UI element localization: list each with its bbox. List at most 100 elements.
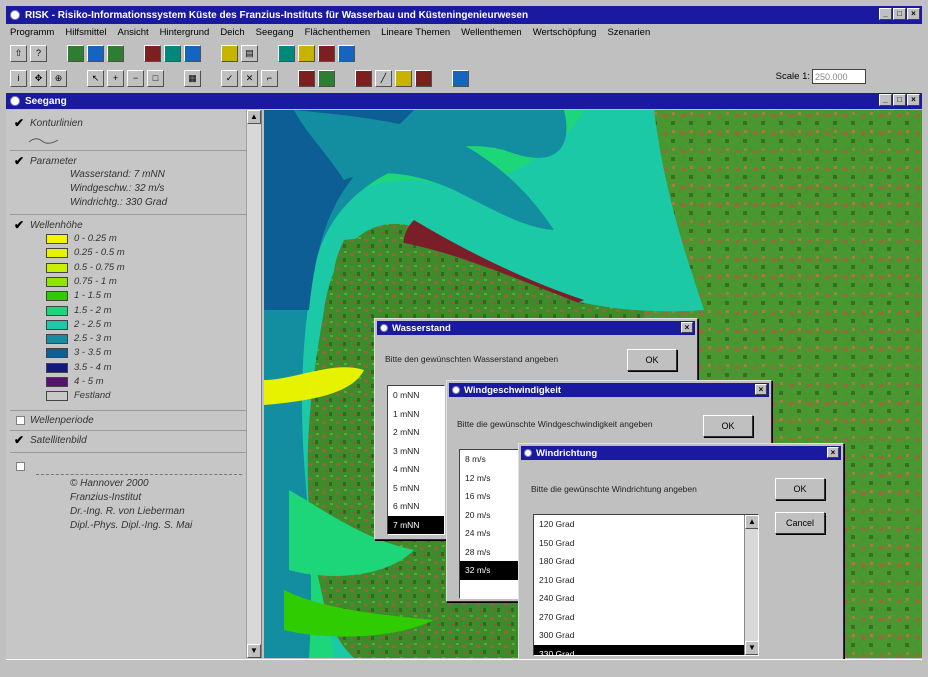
menu-bar: Programm Hilfsmittel Ansicht Hintergrund Dei… — [6, 24, 922, 40]
theme-a-icon[interactable] — [278, 44, 295, 62]
minimize-icon[interactable]: _ — [879, 8, 892, 20]
legend-scrollbar[interactable]: ▲ ▼ — [246, 110, 261, 658]
menu-item-8[interactable]: Wellenthemen — [461, 27, 522, 38]
list-item[interactable]: 2 mNN — [388, 423, 444, 442]
menu-item-2[interactable]: Ansicht — [118, 27, 149, 38]
menu-item-6[interactable]: Flächenthemen — [305, 27, 370, 38]
water-dialog-title: Wasserstand — [392, 322, 451, 334]
wind-direction-list[interactable]: 120 Grad 150 Grad 180 Grad 210 Grad 240 Grad… — [533, 514, 759, 656]
edit-icon[interactable] — [395, 69, 412, 87]
water-layer-icon[interactable] — [87, 44, 104, 62]
param-wind-direction: Windrichtg.: 330 Grad — [70, 197, 168, 208]
legend-panel: ✔ Konturlinien ✔ Parameter Wasserstand: … — [6, 110, 262, 658]
list-item[interactable]: 180 Grad — [534, 552, 745, 571]
wind-speed-list[interactable]: 8 m/s 12 m/s 16 m/s 20 m/s 24 m/s 28 m/s 32 m/… — [459, 449, 521, 599]
list-item[interactable]: 20 m/s — [460, 506, 520, 525]
pointer-icon[interactable]: ↖ — [87, 69, 104, 87]
list-scrollbar[interactable]: ▲ ▼ — [744, 515, 758, 655]
menu-item-5[interactable]: Seegang — [256, 27, 294, 38]
pan-icon[interactable]: ✥ — [30, 69, 47, 87]
wind-direction-ok-button[interactable]: OK — [775, 478, 825, 500]
scroll-up-icon[interactable]: ▲ — [247, 110, 261, 124]
list-item[interactable]: 1 mNN — [388, 405, 444, 424]
scroll-down-icon[interactable]: ▼ — [247, 644, 261, 658]
water-level-list[interactable]: 0 mNN 1 mNN 2 mNN 3 mNN 4 mNN 5 mNN 6 mNN 7 mNN — [387, 385, 445, 535]
empty-layer-checkbox[interactable] — [16, 462, 25, 471]
list-item[interactable]: 4 mNN — [388, 460, 444, 479]
menu-item-10[interactable]: Szenarien — [607, 27, 650, 38]
satellite-checkbox[interactable]: ✔ — [14, 433, 24, 447]
wave-period-checkbox[interactable] — [16, 416, 25, 425]
child-minimize-icon[interactable]: _ — [879, 94, 892, 106]
menu-item-9[interactable]: Wertschöpfung — [533, 27, 597, 38]
extent-icon[interactable]: □ — [147, 69, 164, 87]
parameter-checkbox[interactable]: ✔ — [14, 154, 24, 168]
wind-direction-dialog: Windrichtung × Bitte die gewünschte Wind… — [518, 443, 844, 665]
child-maximize-icon[interactable]: □ — [893, 94, 906, 106]
list-item[interactable]: 150 Grad — [534, 534, 745, 553]
scroll-down-icon[interactable]: ▼ — [745, 641, 758, 655]
draw-icon[interactable]: ╱ — [375, 69, 392, 87]
list-item[interactable]: 7 mNN — [388, 515, 444, 534]
dike-icon[interactable] — [144, 44, 161, 62]
wind-direction-close-icon[interactable]: × — [827, 447, 839, 458]
zoom-icon[interactable]: ⊕ — [50, 69, 67, 87]
select-tool-icon[interactable]: ⇧ — [10, 44, 27, 62]
list-item[interactable]: 16 m/s — [460, 487, 520, 506]
wave-icon[interactable] — [184, 44, 201, 62]
check-icon[interactable]: ✓ — [221, 69, 238, 87]
contours-checkbox[interactable]: ✔ — [14, 116, 24, 130]
layers-icon[interactable] — [452, 69, 469, 87]
theme-b-icon[interactable] — [298, 44, 315, 62]
list-item[interactable]: 8 m/s — [460, 450, 520, 469]
maximize-icon[interactable]: □ — [893, 8, 906, 20]
list-item[interactable]: 12 m/s — [460, 469, 520, 488]
info-icon[interactable]: i — [10, 69, 27, 87]
wind-speed-close-icon[interactable]: × — [755, 384, 767, 395]
list-item[interactable]: 28 m/s — [460, 543, 520, 562]
export-icon[interactable] — [415, 69, 432, 87]
scale-input[interactable]: 250.000 — [812, 69, 866, 84]
zoom-in-icon[interactable]: + — [107, 69, 124, 87]
menu-item-1[interactable]: Hilfsmittel — [65, 27, 106, 38]
theme-c-icon[interactable] — [318, 44, 335, 62]
chart-icon[interactable] — [355, 69, 372, 87]
child-close-icon[interactable]: × — [907, 94, 920, 106]
list-item[interactable]: 6 mNN — [388, 497, 444, 516]
menu-item-4[interactable]: Deich — [220, 27, 244, 38]
menu-item-3[interactable]: Hintergrund — [160, 27, 210, 38]
list-item[interactable]: 0 mNN — [388, 386, 444, 405]
grid-icon[interactable] — [164, 44, 181, 62]
list-item[interactable]: 32 m/s — [460, 561, 520, 580]
wind-speed-ok-button[interactable]: OK — [703, 415, 753, 437]
scroll-up-icon[interactable]: ▲ — [745, 515, 758, 529]
table-icon[interactable]: ▤ — [241, 44, 258, 62]
list-item[interactable]: 3 mNN — [388, 442, 444, 461]
list-item[interactable]: 240 Grad — [534, 589, 745, 608]
water-ok-button[interactable]: OK — [627, 349, 677, 371]
print-icon[interactable]: ▦ — [184, 69, 201, 87]
area-theme-icon[interactable] — [221, 44, 238, 62]
help-icon[interactable]: ? — [30, 44, 47, 62]
water-dialog-close-icon[interactable]: × — [681, 322, 693, 333]
measure-icon[interactable]: ⌐ — [261, 69, 278, 87]
list-item[interactable]: 5 mNN — [388, 479, 444, 498]
map-layer-icon[interactable] — [67, 44, 84, 62]
menu-item-0[interactable]: Programm — [10, 27, 54, 38]
list-item[interactable]: 24 m/s — [460, 524, 520, 543]
close-icon[interactable]: × — [907, 8, 920, 20]
list-item[interactable]: 210 Grad — [534, 571, 745, 590]
zoom-out-icon[interactable]: − — [127, 69, 144, 87]
terrain-icon[interactable] — [318, 69, 335, 87]
flood-icon[interactable] — [298, 69, 315, 87]
list-item[interactable]: 300 Grad — [534, 626, 745, 645]
cross-icon[interactable]: ✕ — [241, 69, 258, 87]
wind-direction-cancel-button[interactable]: Cancel — [775, 512, 825, 534]
list-item[interactable]: 330 Grad — [534, 644, 745, 655]
land-layer-icon[interactable] — [107, 44, 124, 62]
menu-item-7[interactable]: Lineare Themen — [381, 27, 450, 38]
list-item[interactable]: 120 Grad — [534, 515, 745, 534]
list-item[interactable]: 270 Grad — [534, 608, 745, 627]
theme-d-icon[interactable] — [338, 44, 355, 62]
wave-height-checkbox[interactable]: ✔ — [14, 218, 24, 232]
